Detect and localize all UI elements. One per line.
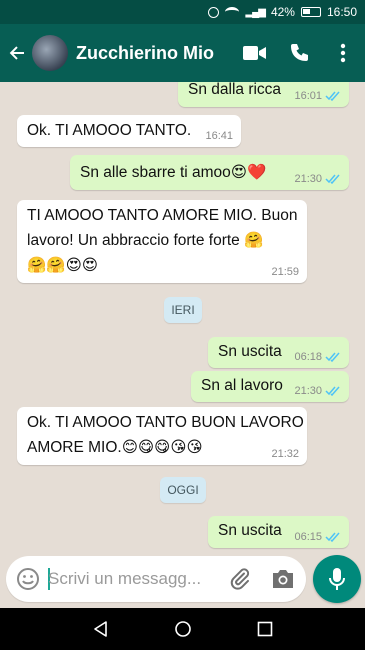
message-outgoing[interactable]: Sn dalla ricca 16:01 [178,82,349,107]
attach-icon[interactable] [228,567,252,591]
nav-back-icon[interactable] [92,620,110,638]
message-text: Ok. TI AMOOO TANTO. [27,122,192,139]
more-vert-icon [340,43,346,63]
avatar[interactable] [32,35,68,71]
message-outgoing[interactable]: Sn alle sbarre ti amoo😍❤️ 21:30 [70,155,349,190]
message-time: 16:01 [294,90,341,102]
video-call-button[interactable] [233,24,277,82]
video-call-icon [243,46,266,60]
message-emoji: 🤗🤗😍😍 [27,256,98,274]
message-text: Sn alle sbarre ti amoo😍❤️ [80,163,267,181]
message-emoji: 😊😋😋😘😘 [121,438,203,456]
chat-header: Zucchierino Mio [0,24,365,82]
mic-icon [329,568,345,590]
message-text: Ok. TI AMOOO TANTO BUON LAVORO AMORE MIO… [27,414,304,456]
contact-name[interactable]: Zucchierino Mio [76,43,233,64]
camera-icon[interactable] [270,567,296,591]
message-time: 21:59 [271,266,299,278]
conversation[interactable]: Sn dalla ricca 16:01 Ok. TI AMOOO TANTO.… [0,82,365,552]
message-emoji: 😍❤️ [230,163,267,181]
message-text: Sn uscita [218,522,282,539]
message-time: 06:18 [294,351,341,363]
read-ticks-icon [325,91,340,101]
phone-icon [291,44,308,61]
alarm-icon [208,6,220,18]
composer [0,552,365,608]
battery-icon [300,7,321,17]
back-arrow-icon [9,46,24,60]
system-nav-bar [0,608,365,650]
emoji-icon[interactable] [16,567,40,591]
message-input-box[interactable] [6,556,306,602]
date-chip-yesterday: IERI [164,297,202,323]
message-time: 06:15 [294,531,341,543]
clock: 16:50 [326,5,357,19]
message-outgoing[interactable]: Sn al lavoro 21:30 [191,371,349,402]
message-time: 21:30 [294,385,341,397]
back-button[interactable] [2,24,32,82]
status-bar: ▂▄▆ 42% 16:50 [0,0,365,24]
wifi-icon [225,7,240,17]
message-time: 16:41 [205,130,233,142]
message-incoming[interactable]: Ok. TI AMOOO TANTO BUON LAVORO AMORE MIO… [17,407,307,465]
message-input[interactable] [48,566,226,592]
message-text: TI AMOOO TANTO AMORE MIO. Buon lavoro! U… [27,207,298,274]
voice-record-button[interactable] [313,555,361,603]
message-text: Sn al lavoro [201,377,283,394]
more-options-button[interactable] [321,24,365,82]
message-incoming[interactable]: TI AMOOO TANTO AMORE MIO. Buon lavoro! U… [17,200,307,283]
message-text: Sn dalla ricca [188,82,282,98]
read-ticks-icon [325,352,340,362]
message-text: Sn uscita [218,343,282,360]
nav-home-icon[interactable] [174,620,192,638]
read-ticks-icon [325,532,340,542]
date-chip-today: OGGI [160,477,206,503]
message-incoming[interactable]: Ok. TI AMOOO TANTO. 16:41 [17,115,241,147]
message-time: 21:32 [271,448,299,460]
read-ticks-icon [325,386,340,396]
message-outgoing[interactable]: Sn uscita 06:18 [208,337,349,368]
message-outgoing[interactable]: Sn uscita 06:15 [208,516,349,548]
message-time: 21:30 [294,173,341,185]
voice-call-button[interactable] [277,24,321,82]
signal-icon: ▂▄▆ [245,6,265,18]
nav-recents-icon[interactable] [257,621,273,637]
battery-percent: 42% [270,5,295,19]
read-ticks-icon [325,174,340,184]
